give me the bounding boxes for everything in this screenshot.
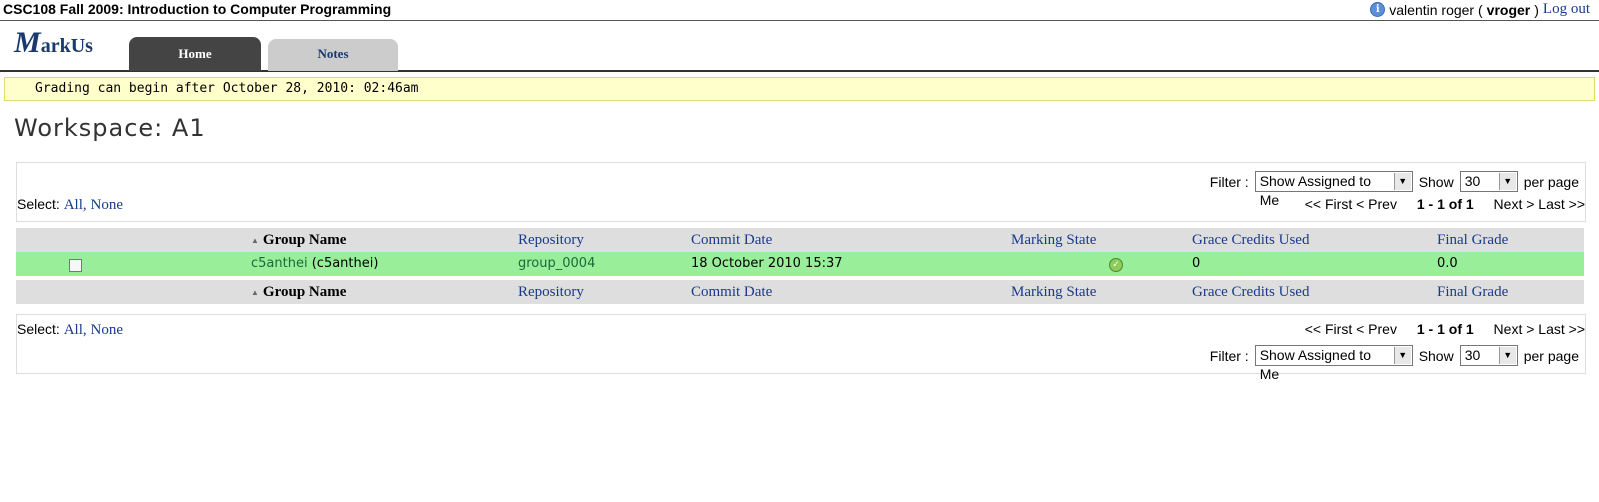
chevron-down-icon: ▼ (1498, 173, 1516, 190)
commit-date-cell: 18 October 2010 15:37 (691, 256, 843, 271)
select-controls: Select: All, None (17, 196, 123, 214)
close-paren: ) (1534, 1, 1539, 18)
bottom-controls-panel: Select: All, None << First < Prev 1 - 1 … (16, 314, 1586, 382)
per-page-value: 30 (1464, 347, 1481, 363)
logo-letter: M (14, 26, 41, 59)
group-name-cell: c5anthei (c5anthei) (251, 252, 378, 276)
chevron-down-icon: ▼ (1393, 347, 1411, 364)
column-footer-group-name[interactable]: ▲ Group Name (251, 280, 346, 305)
filter-select[interactable]: Show Assigned to Me ▼ (1254, 171, 1413, 208)
select-none-link[interactable]: None (91, 197, 124, 213)
final-grade-cell: 0.0 (1437, 256, 1458, 271)
filter-label: Filter : (1209, 347, 1249, 364)
column-header-grace-credits[interactable]: Grace Credits Used (1192, 228, 1309, 252)
table-footer-row: ▲ Group Name Repository Commit Date Marki… (16, 280, 1584, 304)
logo-text: arkUs (40, 35, 93, 57)
pager-prev[interactable]: < Prev (1356, 196, 1397, 212)
pager-next[interactable]: Next > (1494, 196, 1535, 212)
per-page-select[interactable]: 30 ▼ (1459, 171, 1518, 192)
logout-link[interactable]: Log out (1543, 1, 1590, 18)
pager-count: 1 - 1 of 1 (1416, 321, 1474, 337)
grace-credits-cell: 0 (1192, 256, 1201, 271)
column-header-group-name[interactable]: ▲ Group Name (251, 228, 346, 253)
row-checkbox[interactable] (69, 259, 82, 272)
group-link[interactable]: c5anthei (251, 256, 308, 271)
select-label: Select: (17, 196, 60, 212)
column-footer-repository[interactable]: Repository (518, 280, 584, 304)
table-row: c5anthei (c5anthei) group_0004 18 Octobe… (16, 252, 1584, 276)
top-filter-controls: Filter : Show Assigned to Me ▼ Show 30 ▼ p… (1209, 171, 1579, 208)
select-none-link[interactable]: None (91, 322, 124, 338)
pager-prev[interactable]: < Prev (1356, 321, 1397, 337)
per-page-label: per page (1523, 173, 1579, 190)
user-fullname: valentin roger ( (1389, 1, 1483, 18)
pagination-bottom: << First < Prev 1 - 1 of 1 Next > Last >… (1305, 321, 1585, 337)
chevron-down-icon: ▼ (1498, 347, 1516, 364)
per-page-value: 30 (1464, 173, 1481, 189)
user-box: i valentin roger ( vroger ) Log out (1370, 1, 1590, 18)
per-page-label: per page (1523, 347, 1579, 364)
show-label: Show (1418, 173, 1454, 190)
top-bar: CSC108 Fall 2009: Introduction to Comput… (0, 0, 1599, 21)
tab-home[interactable]: Home (129, 37, 261, 71)
column-header-final-grade[interactable]: Final Grade (1437, 228, 1508, 252)
markus-logo[interactable]: MarkUs (14, 26, 93, 60)
course-title: CSC108 Fall 2009: Introduction to Comput… (3, 1, 392, 17)
show-label: Show (1418, 347, 1454, 364)
pagination: << First < Prev 1 - 1 of 1 Next > Last >… (1305, 196, 1585, 212)
pager-next[interactable]: Next > (1494, 321, 1535, 337)
column-header-marking-state[interactable]: Marking State (1011, 228, 1096, 252)
select-label: Select: (17, 321, 60, 337)
info-icon: i (1370, 2, 1386, 17)
top-controls-panel: Filter : Show Assigned to Me ▼ Show 30 ▼ p… (16, 162, 1586, 222)
filter-label: Filter : (1209, 173, 1249, 190)
notice-text: Grading can begin after October 28, 2010… (35, 81, 419, 96)
chevron-down-icon: ▼ (1393, 173, 1411, 190)
select-all-link[interactable]: All, (64, 197, 87, 213)
select-controls-bottom: Select: All, None (17, 321, 123, 339)
page-title: Workspace: A1 (14, 114, 206, 142)
pager-count: 1 - 1 of 1 (1416, 196, 1474, 212)
filter-value: Show Assigned to Me (1259, 347, 1371, 382)
column-footer-marking-state[interactable]: Marking State (1011, 280, 1096, 304)
column-header-commit-date[interactable]: Commit Date (691, 228, 772, 252)
header: MarkUs Home Notes (0, 21, 1599, 72)
column-footer-final-grade[interactable]: Final Grade (1437, 280, 1508, 304)
pager-last[interactable]: Last >> (1538, 321, 1585, 337)
column-footer-commit-date[interactable]: Commit Date (691, 280, 772, 304)
pager-first[interactable]: << First (1305, 196, 1352, 212)
tab-notes[interactable]: Notes (268, 39, 398, 71)
pager-first[interactable]: << First (1305, 321, 1352, 337)
column-footer-grace-credits[interactable]: Grace Credits Used (1192, 280, 1309, 304)
per-page-select[interactable]: 30 ▼ (1459, 345, 1518, 366)
user-id: vroger (1486, 1, 1531, 18)
group-members: (c5anthei) (311, 256, 379, 271)
pager-last[interactable]: Last >> (1538, 196, 1585, 212)
filter-select[interactable]: Show Assigned to Me ▼ (1254, 345, 1413, 382)
bottom-filter-controls: Filter : Show Assigned to Me ▼ Show 30 ▼ p… (1209, 345, 1579, 382)
sort-asc-icon: ▲ (251, 287, 259, 297)
grading-notice: Grading can begin after October 28, 2010… (4, 77, 1595, 101)
column-header-repository[interactable]: Repository (518, 228, 584, 252)
sort-asc-icon: ▲ (251, 235, 259, 245)
table-header-row: ▲ Group Name Repository Commit Date Marki… (16, 228, 1584, 252)
select-all-link[interactable]: All, (64, 322, 87, 338)
repository-link[interactable]: group_0004 (518, 252, 595, 276)
marking-complete-icon: ✓ (1109, 258, 1123, 272)
